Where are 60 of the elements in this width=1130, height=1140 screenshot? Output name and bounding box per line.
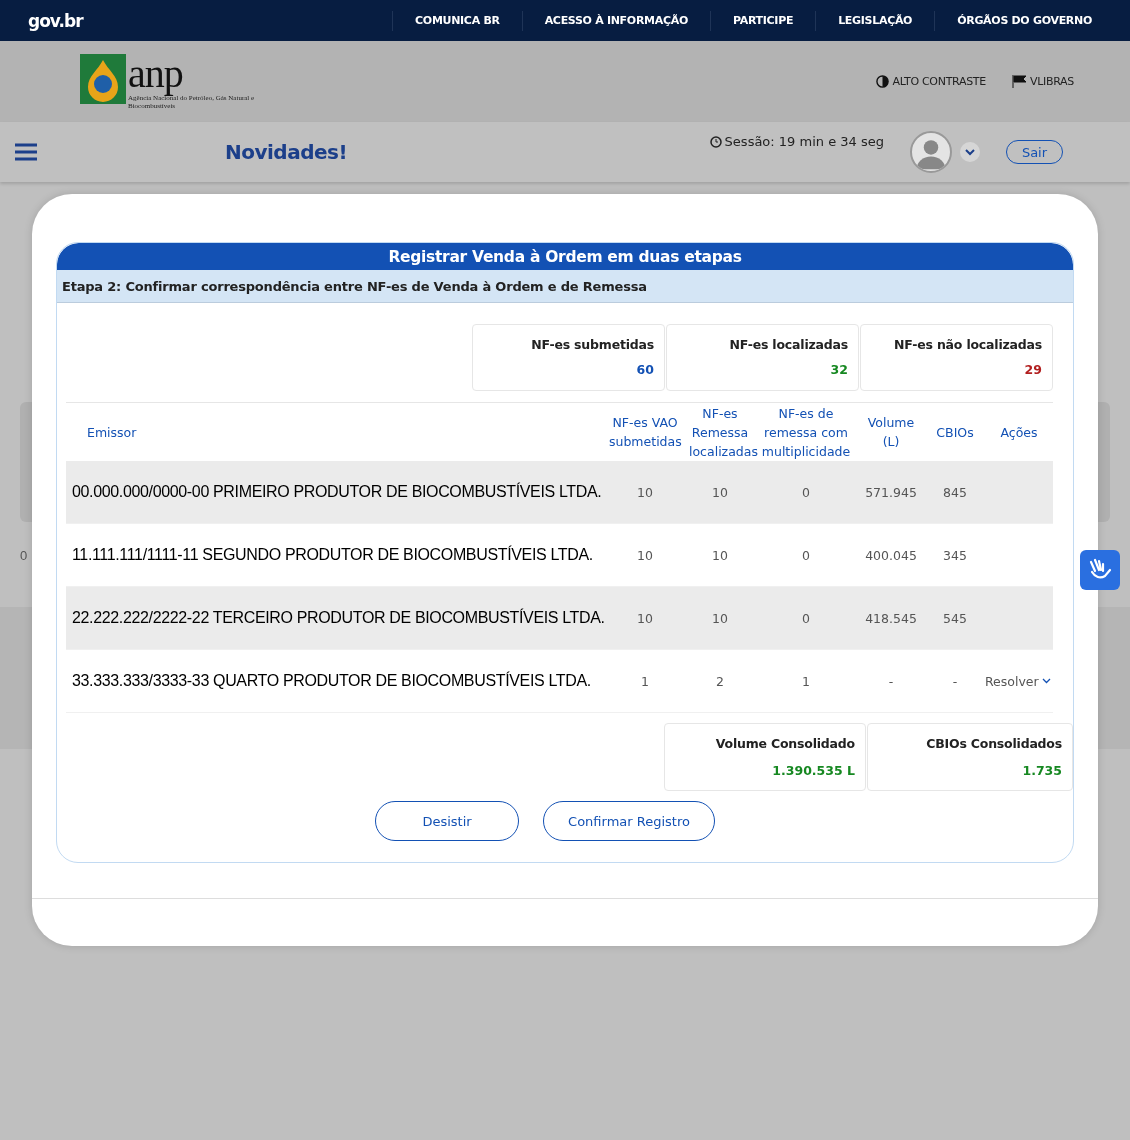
table-cell: 545 (925, 586, 985, 650)
summary-label: CBIOs Consolidados (925, 736, 1062, 751)
avatar-icon[interactable] (910, 131, 952, 173)
step-banner: Etapa 2: Confirmar correspondência entre NF-es de Venda à Ordem e de Remessa (57, 270, 1073, 303)
menu-icon[interactable] (15, 143, 37, 161)
table-cell: 10 (605, 461, 685, 524)
anp-logo-icon (80, 53, 126, 104)
action-button[interactable]: Confirmar Registro (543, 801, 715, 841)
table-cell: 2 (685, 649, 755, 713)
chevron-down-icon (1041, 678, 1051, 684)
table-cell: 10 (605, 523, 685, 587)
table-cell: 0 (755, 461, 857, 524)
top-nav-link[interactable]: ACESSO À INFORMAÇÃO (521, 10, 710, 31)
summary-value: 29 (1023, 362, 1042, 377)
sign-language-icon[interactable] (1080, 550, 1120, 590)
table-cell: 10 (685, 461, 755, 524)
summary-label: NF-es submetidas (530, 337, 654, 352)
emitter-cell: 33.333.333/3333-33 QUARTO PRODUTOR DE BIOCOMBUSTÍVEIS LTDA. (66, 649, 605, 713)
header-tool-link[interactable]: ALTO CONTRASTE (876, 75, 986, 88)
background-text: 0 (20, 548, 28, 563)
emitter-cell: 22.222.222/2222-22 TERCEIRO PRODUTOR DE BIOCOMBUSTÍVEIS LTDA. (66, 586, 605, 650)
modal-title: Registrar Venda à Ordem em duas etapas (57, 243, 1073, 270)
table-cell: 10 (605, 586, 685, 650)
table-cell: - (925, 649, 985, 713)
action-button[interactable]: Desistir (375, 801, 520, 841)
top-nav-link[interactable]: LEGISLAÇÃO (815, 10, 935, 31)
page-title: Novidades! (225, 140, 348, 164)
anp-logo-text: anp (128, 53, 184, 94)
table-cell: 418.545 (857, 586, 925, 650)
contrast-icon (876, 75, 890, 88)
emitter-cell: 00.000.000/0000-00 PRIMEIRO PRODUTOR DE BIOCOMBUSTÍVEIS LTDA. (66, 461, 605, 524)
summary-value: 32 (829, 362, 848, 377)
table-cell: 845 (925, 461, 985, 524)
table-cell: 0 (755, 523, 857, 587)
table-cell: 1 (605, 649, 685, 713)
summary-label: NF-es localizadas (728, 337, 848, 352)
table-cell: 571.945 (857, 461, 925, 524)
clock-icon (709, 135, 722, 148)
top-nav-link[interactable]: COMUNICA BR (392, 10, 522, 31)
summary-label: Volume Consolidado (714, 736, 855, 751)
emitter-cell: 11.111.111/1111-11 SEGUNDO PRODUTOR DE BIOCOMBUSTÍVEIS LTDA. (66, 523, 605, 587)
table-cell: 1 (755, 649, 857, 713)
summary-value: 1.735 (1021, 763, 1062, 778)
table-cell: - (857, 649, 925, 713)
top-nav-link[interactable]: ÓRGÃOS DO GOVERNO (934, 10, 1114, 31)
summary-label: NF-es não localizadas (893, 337, 1042, 352)
table-cell: 400.045 (857, 523, 925, 587)
table-cell: 10 (685, 523, 755, 587)
chevron-down-icon[interactable] (960, 142, 980, 162)
resolve-dropdown[interactable]: Resolver (985, 661, 1073, 701)
summary-value: 60 (635, 362, 654, 377)
govbr-logo[interactable]: gov.br (28, 10, 83, 31)
table-cell: 0 (755, 586, 857, 650)
table-cell: 10 (685, 586, 755, 650)
top-nav-link[interactable]: PARTICIPE (709, 10, 816, 31)
session-timer: Sessão: 19 min e 34 seg (724, 134, 884, 149)
header-tool-link[interactable]: VLIBRAS (1011, 75, 1074, 88)
table-cell: 345 (925, 523, 985, 587)
summary-value: 1.390.535 L (771, 763, 855, 778)
flag-icon (1011, 75, 1027, 88)
